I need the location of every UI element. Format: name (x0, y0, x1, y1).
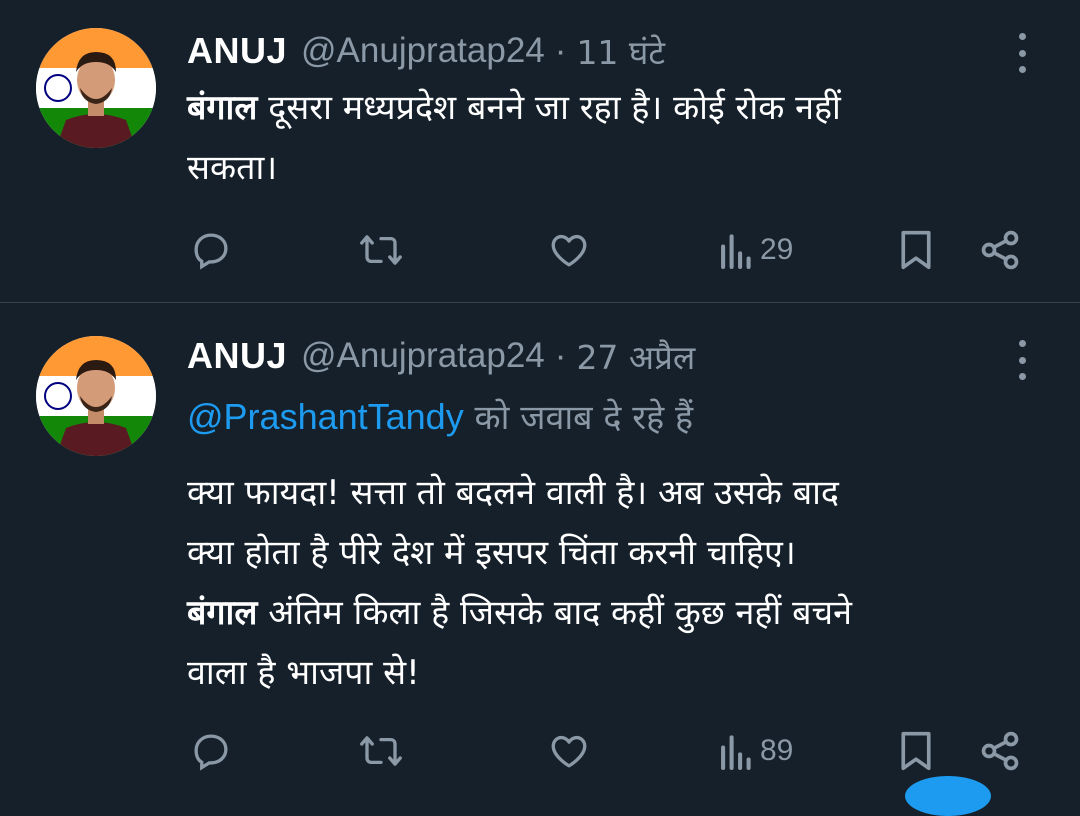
author-name[interactable]: ANUJ (187, 335, 287, 377)
retweet-icon (360, 235, 402, 265)
tweet-text-line: क्या होता है पीरे देश में इसपर चिंता करन… (187, 533, 796, 573)
share-button[interactable] (978, 225, 1022, 275)
compose-fab-button[interactable] (905, 776, 991, 816)
like-icon (551, 234, 587, 267)
bookmark-button[interactable] (896, 726, 936, 776)
more-icon[interactable] (1012, 33, 1032, 73)
reply-icon (194, 734, 228, 771)
retweet-button[interactable] (358, 726, 404, 776)
like-button[interactable] (548, 225, 590, 275)
reply-context-text: को जवाब दे रहे हैं (463, 398, 694, 438)
separator-dot: · (554, 336, 567, 375)
bold-word: बंगाल (187, 593, 258, 633)
share-button[interactable] (978, 726, 1022, 776)
views-icon (721, 735, 751, 771)
like-button[interactable] (548, 726, 590, 776)
share-icon (981, 731, 1019, 771)
views-count: 89 (760, 734, 794, 767)
tweet-text-line: क्या फायदा! सत्ता तो बदलने वाली है। अब उ… (187, 473, 839, 513)
like-icon (551, 735, 587, 768)
reply-mention-link[interactable]: @PrashantTandy (187, 396, 464, 437)
tweet-text: बंगाल दूसरा मध्यप्रदेश बनने जा रहा है। क… (187, 78, 1047, 198)
tweet-header: ANUJ @Anujpratap24 · 27 अप्रैल (187, 331, 695, 381)
retweet-icon (360, 736, 402, 766)
bookmark-icon (901, 731, 931, 771)
action-bar: 89 (0, 726, 1080, 776)
bookmark-icon (901, 230, 931, 270)
bold-word: बंगाल (187, 88, 258, 128)
tweet[interactable]: ANUJ @Anujpratap24 · 11 घंटे बंगाल दूसरा… (0, 0, 1080, 302)
tweet-header: ANUJ @Anujpratap24 · 11 घंटे (187, 26, 665, 76)
tweet-text-line: बंगाल दूसरा मध्यप्रदेश बनने जा रहा है। क… (187, 78, 1047, 138)
author-name[interactable]: ANUJ (187, 30, 287, 72)
views-button[interactable]: 29 (718, 225, 793, 275)
text-segment: दूसरा मध्यप्रदेश बनने जा रहा है। कोई रोक… (257, 88, 841, 128)
author-handle[interactable]: @Anujpratap24 (301, 336, 545, 376)
tweet[interactable]: ANUJ @Anujpratap24 · 27 अप्रैल @Prashant… (0, 303, 1080, 793)
author-handle[interactable]: @Anujpratap24 (301, 31, 545, 71)
tweet-text-line: वाला है भाजपा से! (187, 653, 420, 693)
timestamp[interactable]: 27 अप्रैल (576, 334, 695, 379)
tweet-text-line: बंगाल अंतिम किला है जिसके बाद कहीं कुछ न… (187, 583, 1047, 643)
retweet-button[interactable] (358, 225, 404, 275)
reply-button[interactable] (190, 726, 232, 776)
reply-button[interactable] (190, 225, 232, 275)
views-icon (721, 234, 751, 270)
views-button[interactable]: 89 (718, 726, 793, 776)
separator-dot: · (554, 31, 567, 70)
action-bar: 29 (0, 225, 1080, 275)
avatar[interactable] (36, 336, 156, 456)
tweet-text: क्या फायदा! सत्ता तो बदलने वाली है। अब उ… (187, 463, 1047, 703)
reply-icon (194, 233, 228, 270)
bookmark-button[interactable] (896, 225, 936, 275)
share-icon (981, 230, 1019, 270)
views-count: 29 (760, 233, 794, 266)
text-segment: अंतिम किला है जिसके बाद कहीं कुछ नहीं बच… (257, 593, 852, 633)
reply-context: @PrashantTandy को जवाब दे रहे हैं (187, 393, 693, 439)
timestamp[interactable]: 11 घंटे (576, 29, 665, 74)
more-icon[interactable] (1012, 340, 1032, 380)
tweet-text-line: सकता। (187, 148, 278, 188)
avatar[interactable] (36, 28, 156, 148)
